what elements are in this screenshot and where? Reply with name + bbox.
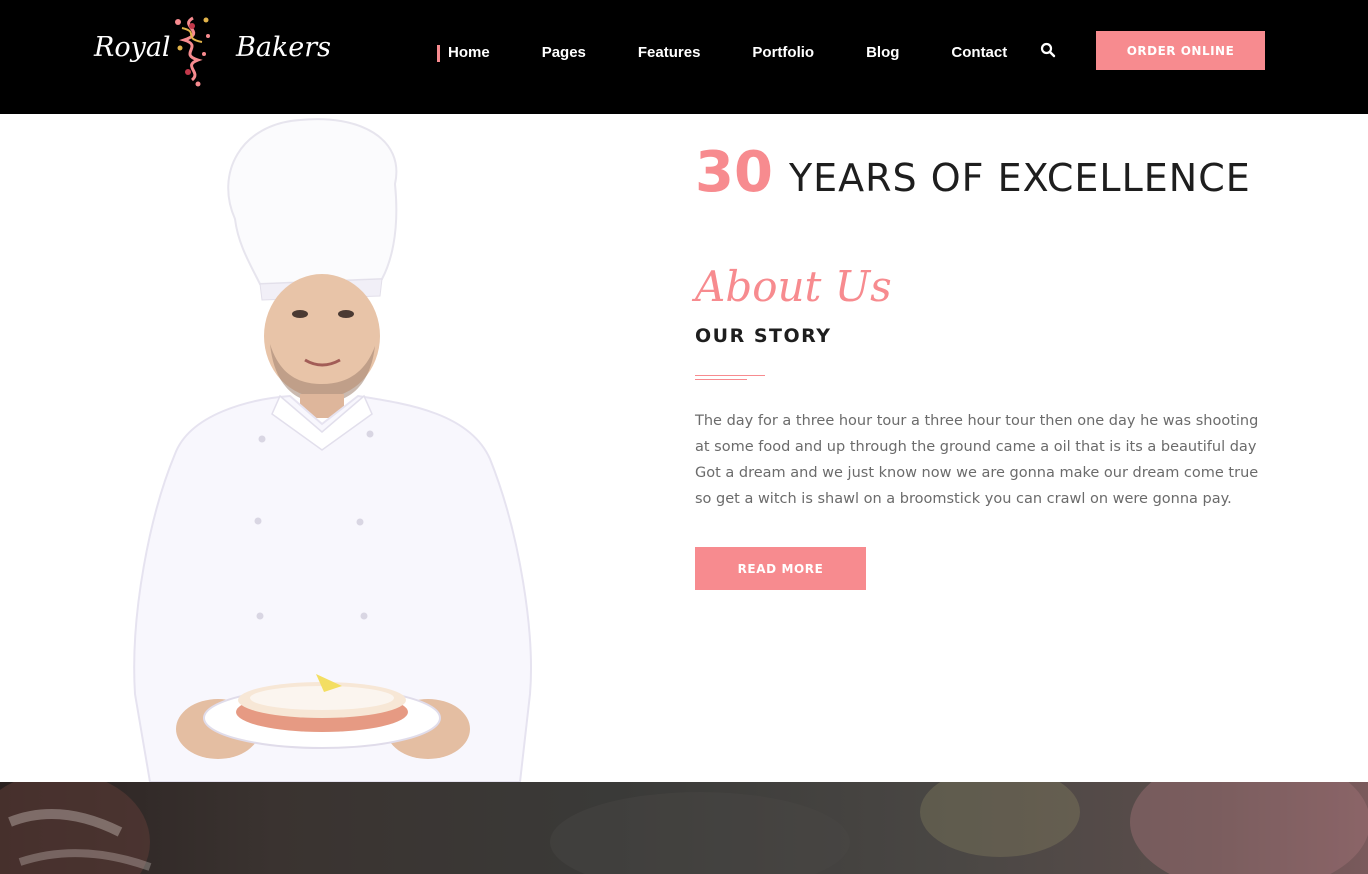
nav-item-contact[interactable]: Contact xyxy=(951,44,1007,61)
nav-item-features[interactable]: Features xyxy=(638,44,701,61)
bottom-hero-band xyxy=(0,782,1368,874)
read-more-button[interactable]: READ MORE xyxy=(695,547,866,590)
blurred-dessert-background xyxy=(0,782,1368,874)
section-divider xyxy=(695,375,767,381)
nav-item-blog[interactable]: Blog xyxy=(866,44,899,61)
nav-item-pages[interactable]: Pages xyxy=(542,44,586,61)
our-story-subtitle: OUR STORY xyxy=(695,325,832,347)
nav-item-portfolio[interactable]: Portfolio xyxy=(752,44,814,61)
site-header: Royal Bakers Home Pages Features Portfol… xyxy=(0,0,1368,114)
about-script-title: About Us xyxy=(695,262,892,311)
chef-image xyxy=(133,118,532,782)
cake-logo-icon xyxy=(175,16,210,87)
about-paragraph: The day for a three hour tour a three ho… xyxy=(695,413,1259,507)
logo-word-royal: Royal xyxy=(94,32,171,63)
years-text: YEARS OF EXCELLENCE xyxy=(788,156,1251,200)
logo-word-bakers: Bakers xyxy=(236,32,332,63)
logo[interactable]: Royal Bakers xyxy=(94,14,331,90)
years-heading: 30 YEARS OF EXCELLENCE xyxy=(695,140,1251,205)
main-nav: Home Pages Features Portfolio Blog Conta… xyxy=(437,40,1059,64)
search-icon[interactable] xyxy=(1040,42,1056,58)
years-number: 30 xyxy=(695,140,773,205)
order-online-button[interactable]: ORDER ONLINE xyxy=(1096,31,1265,70)
nav-item-home[interactable]: Home xyxy=(437,44,490,62)
